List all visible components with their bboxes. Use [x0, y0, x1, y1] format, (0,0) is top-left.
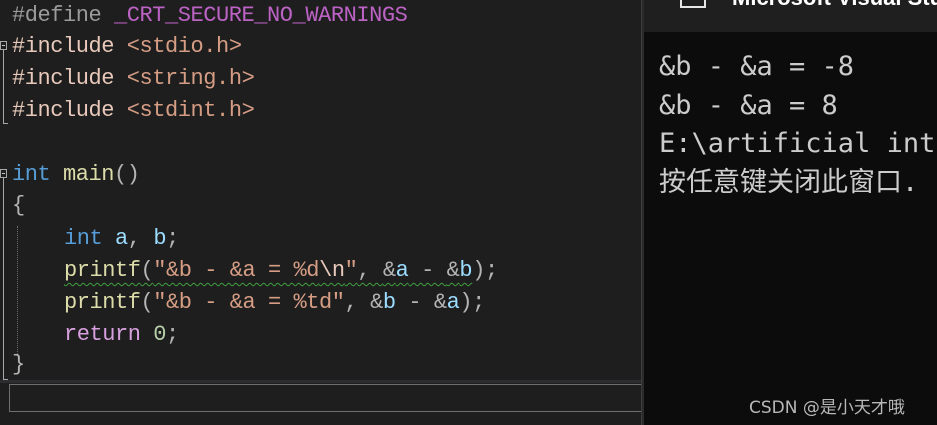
preprocessor-keyword: #include [12, 66, 115, 91]
punctuation: ( [140, 290, 154, 315]
number-literal: 0 [153, 322, 167, 347]
console-title-bar[interactable]: Microsoft Visual Studio [644, 0, 937, 32]
console-line: &b - &a = -8 [659, 51, 855, 82]
function-name: main [63, 162, 115, 187]
variable: b [459, 258, 473, 283]
function-name: printf [64, 290, 141, 315]
punctuation: ; [166, 226, 179, 251]
warning-squiggle[interactable]: printf("&b - &a = %d\n", &a - &b [64, 258, 473, 283]
code-line-printf-2: printf("&b - &a = %td", &b - &a); [64, 287, 485, 319]
punctuation: () [114, 162, 140, 187]
punctuation: , [357, 258, 383, 283]
code-line-main: int main() [12, 159, 140, 191]
macro-name: _CRT_SECURE_NO_WARNINGS [114, 3, 408, 28]
header-name: <string.h> [126, 66, 255, 91]
console-line: 按任意键关闭此窗口. . . [659, 166, 937, 198]
code-line-4: #include <stdint.h> [12, 95, 255, 127]
code-line-declaration: int a, b; [64, 223, 179, 255]
screenshot-root: #define _CRT_SECURE_NO_WARNINGS #include… [0, 0, 937, 425]
debug-console-window[interactable]: Microsoft Visual Studio &b - &a = -8 &b … [644, 0, 937, 425]
string-literal: "&b - &a = %d [153, 258, 320, 283]
console-output: &b - &a = -8 &b - &a = 8 E:\artificial i… [659, 48, 937, 202]
function-name: printf [64, 258, 141, 283]
punctuation: ( [140, 258, 154, 283]
console-title: Microsoft Visual Studio [732, 0, 937, 11]
outlining-margin [0, 0, 11, 380]
csdn-watermark: CSDN @是小天才哦 [749, 398, 905, 418]
return-keyword: return [64, 322, 141, 347]
editor-input-box[interactable] [9, 384, 641, 412]
operator: & [446, 258, 460, 283]
string-literal: " [344, 258, 358, 283]
preprocessor-keyword: #define [12, 3, 102, 28]
collapse-include-block-icon[interactable] [0, 41, 7, 50]
operator: & [370, 290, 383, 315]
console-line: E:\artificial intelligence [659, 128, 937, 159]
code-line-close-brace: } [12, 349, 25, 381]
code-line-return: return 0; [64, 319, 179, 351]
code-line-3: #include <string.h> [12, 63, 255, 95]
include-fold-line [3, 50, 4, 123]
escape-sequence: \n [319, 258, 345, 283]
punctuation: } [12, 352, 25, 377]
code-line-2: #include <stdio.h> [12, 31, 242, 63]
punctuation: ); [472, 258, 498, 283]
operator: & [382, 258, 396, 283]
code-editor[interactable]: #define _CRT_SECURE_NO_WARNINGS #include… [0, 0, 641, 425]
punctuation: , [127, 226, 154, 251]
punctuation: ); [459, 290, 485, 315]
punctuation: ; [166, 322, 179, 347]
variable: a [395, 258, 409, 283]
punctuation: , [344, 290, 371, 315]
preprocessor-keyword: #include [12, 34, 115, 59]
operator: - [408, 258, 447, 283]
code-line-open-brace: { [12, 190, 25, 222]
editor-horizontal-scrollbar[interactable] [0, 380, 641, 383]
type-keyword: int [12, 162, 51, 187]
string-literal: "&b - &a = %td" [153, 290, 345, 315]
operator: - [395, 290, 434, 315]
indent-guide [17, 226, 18, 354]
header-name: <stdint.h> [126, 98, 255, 123]
type-keyword: int [64, 226, 103, 251]
code-line-printf-1: printf("&b - &a = %d\n", &a - &b); [64, 255, 498, 287]
variable: b [382, 290, 396, 315]
main-fold-line [3, 178, 4, 379]
header-name: <stdio.h> [126, 34, 242, 59]
collapse-main-block-icon[interactable] [0, 169, 7, 178]
variable: a [115, 226, 128, 251]
variable: b [153, 226, 167, 251]
include-fold-end [3, 123, 8, 124]
console-window-icon [680, 0, 706, 8]
variable: a [446, 290, 460, 315]
code-line-1: #define _CRT_SECURE_NO_WARNINGS [12, 0, 408, 32]
punctuation: { [12, 193, 25, 218]
preprocessor-keyword: #include [12, 98, 115, 123]
console-line: &b - &a = 8 [659, 89, 838, 121]
operator: & [433, 290, 447, 315]
